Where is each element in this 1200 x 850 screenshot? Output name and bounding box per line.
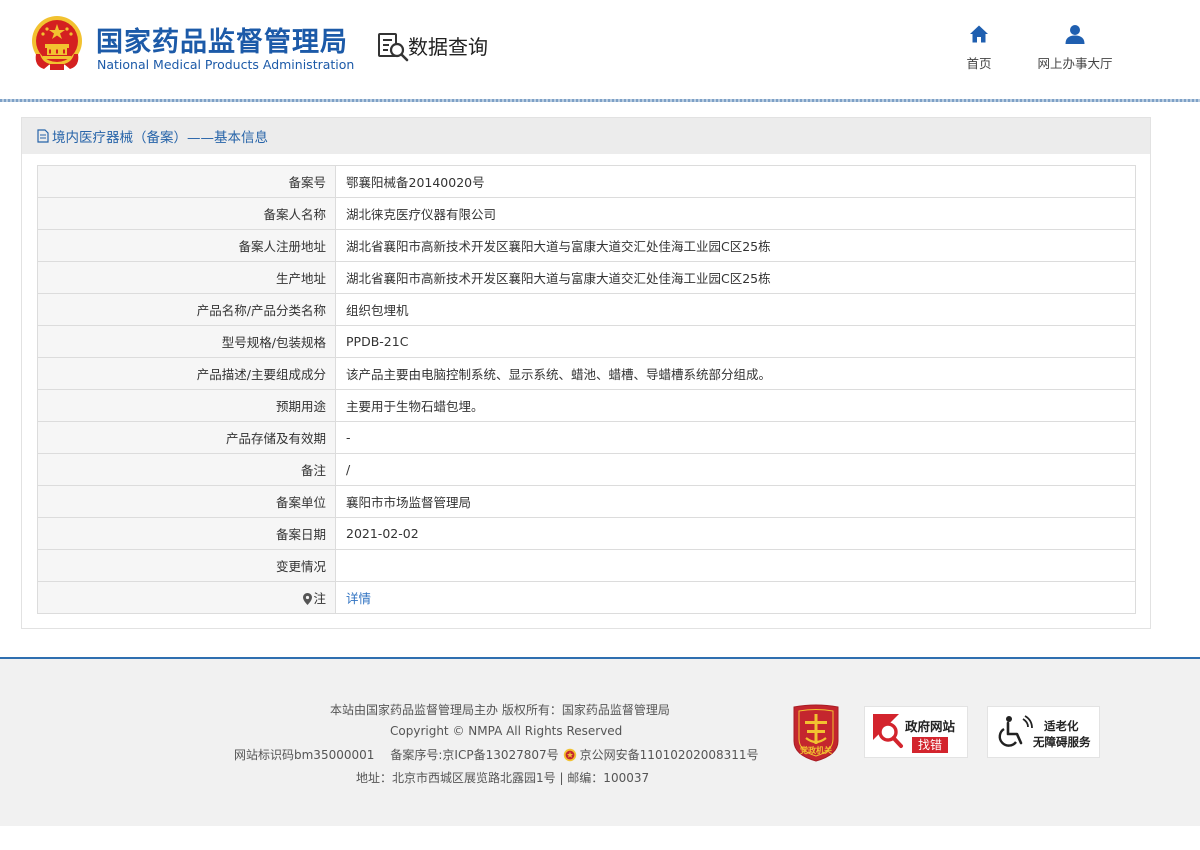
org-name-cn: 国家药品监督管理局	[96, 27, 348, 58]
accessibility-badge[interactable]: 适老化 无障碍服务	[987, 706, 1100, 758]
footer-registration-line: 网站标识码bm35000001 备案序号:京ICP备13027807号 京公网安备…	[234, 746, 759, 763]
section-title: 数据查询	[408, 35, 488, 59]
row-value: 湖北省襄阳市高新技术开发区襄阳大道与富康大道交汇处佳海工业园C区25栋	[335, 229, 1136, 262]
row-value: 湖北徕克医疗仪器有限公司	[335, 197, 1136, 230]
nav-online-hall[interactable]: 网上办事大厅	[1030, 24, 1120, 72]
row-value: 鄂襄阳械备20140020号	[335, 165, 1136, 198]
table-row: 备注 /	[37, 453, 1136, 486]
basic-info-panel: 境内医疗器械（备案）——基本信息 备案号 鄂襄阳械备20140020号 备案人名…	[21, 117, 1151, 629]
location-pin-icon	[303, 593, 313, 605]
footer-copyright: Copyright © NMPA All Rights Reserved	[390, 724, 623, 738]
note-label: 注	[313, 591, 326, 606]
table-row: 产品名称/产品分类名称 组织包埋机	[37, 293, 1136, 326]
home-icon	[970, 25, 988, 43]
data-query-icon	[378, 33, 409, 62]
gov-site-error-report-badge[interactable]: 政府网站 找错	[864, 706, 968, 758]
row-label: 变更情况	[37, 549, 336, 582]
footer-address: 地址：北京市西城区展览路北露园1号 | 邮编：100037	[356, 771, 650, 785]
row-label: 备案人注册地址	[37, 229, 336, 262]
row-value: PPDB-21C	[335, 325, 1136, 358]
site-footer: 本站由国家药品监督管理局主办 版权所有：国家药品监督管理局 Copyright …	[0, 659, 1200, 826]
icp-link[interactable]: 备案序号:京ICP备13027807号	[390, 748, 558, 762]
table-row: 备案人名称 湖北徕克医疗仪器有限公司	[37, 197, 1136, 230]
note-label-cell: 注	[37, 581, 336, 614]
row-label: 产品名称/产品分类名称	[37, 293, 336, 326]
row-label: 产品描述/主要组成成分	[37, 357, 336, 390]
table-row-note: 注 详情	[37, 581, 1136, 614]
row-value: 湖北省襄阳市高新技术开发区襄阳大道与富康大道交汇处佳海工业园C区25栋	[335, 261, 1136, 294]
table-row: 生产地址 湖北省襄阳市高新技术开发区襄阳大道与富康大道交汇处佳海工业园C区25栋	[37, 261, 1136, 294]
table-row: 预期用途 主要用于生物石蜡包埋。	[37, 389, 1136, 422]
wheelchair-accessibility-icon	[998, 715, 1033, 747]
note-value-cell: 详情	[335, 581, 1136, 614]
table-row: 备案日期 2021-02-02	[37, 517, 1136, 550]
row-value: 主要用于生物石蜡包埋。	[335, 389, 1136, 422]
site-header: 国家药品监督管理局 National Medical Products Admi…	[0, 0, 1200, 100]
row-value: 该产品主要由电脑控制系统、显示系统、蜡池、蜡槽、导蜡槽系统部分组成。	[335, 357, 1136, 390]
row-label: 生产地址	[37, 261, 336, 294]
table-row: 备案人注册地址 湖北省襄阳市高新技术开发区襄阳大道与富康大道交汇处佳海工业园C区…	[37, 229, 1136, 262]
nav-home-label: 首页	[966, 56, 992, 71]
row-label: 产品存储及有效期	[37, 421, 336, 454]
nav-home[interactable]: 首页	[958, 24, 1000, 72]
details-link[interactable]: 详情	[346, 591, 371, 606]
national-emblem-icon	[32, 16, 82, 70]
row-value: 2021-02-02	[335, 517, 1136, 550]
table-row: 产品存储及有效期 -	[37, 421, 1136, 454]
row-label: 备案日期	[37, 517, 336, 550]
accessibility-badge-line1: 适老化	[1044, 719, 1079, 733]
panel-title: 境内医疗器械（备案）——基本信息	[52, 130, 268, 146]
row-label: 备注	[37, 453, 336, 486]
row-label: 备案单位	[37, 485, 336, 518]
document-icon	[37, 129, 49, 143]
panel-header: 境内医疗器械（备案）——基本信息	[22, 118, 1150, 154]
error-search-icon	[873, 714, 903, 748]
nav-online-hall-label: 网上办事大厅	[1037, 56, 1113, 71]
table-row: 备案单位 襄阳市市场监督管理局	[37, 485, 1136, 518]
user-icon	[1065, 25, 1085, 44]
accessibility-badge-line2: 无障碍服务	[1033, 735, 1091, 749]
error-badge-title: 政府网站	[905, 719, 956, 734]
row-value	[335, 549, 1136, 582]
header-divider	[0, 99, 1200, 102]
party-gov-badge[interactable]: 党政机关	[790, 703, 842, 763]
row-value: 襄阳市市场监督管理局	[335, 485, 1136, 518]
row-value: -	[335, 421, 1136, 454]
row-value: 组织包埋机	[335, 293, 1136, 326]
row-label: 型号规格/包装规格	[37, 325, 336, 358]
table-row: 变更情况	[37, 549, 1136, 582]
row-value: /	[335, 453, 1136, 486]
table-row: 型号规格/包装规格 PPDB-21C	[37, 325, 1136, 358]
police-record-link[interactable]: 京公网安备11010202008311号	[580, 748, 759, 762]
table-row: 备案号 鄂襄阳械备20140020号	[37, 165, 1136, 198]
row-label: 备案号	[37, 165, 336, 198]
party-gov-badge-text: 党政机关	[800, 746, 832, 755]
org-name-en: National Medical Products Administration	[97, 57, 355, 72]
police-badge-icon	[563, 748, 576, 762]
row-label: 备案人名称	[37, 197, 336, 230]
table-row: 产品描述/主要组成成分 该产品主要由电脑控制系统、显示系统、蜡池、蜡槽、导蜡槽系…	[37, 357, 1136, 390]
info-table: 备案号 鄂襄阳械备20140020号 备案人名称 湖北徕克医疗仪器有限公司 备案…	[37, 165, 1136, 614]
error-badge-sub: 找错	[912, 737, 949, 753]
site-id-text: 网站标识码bm35000001	[234, 748, 375, 762]
footer-sponsor-text: 本站由国家药品监督管理局主办 版权所有：国家药品监督管理局	[330, 703, 670, 717]
row-label: 预期用途	[37, 389, 336, 422]
